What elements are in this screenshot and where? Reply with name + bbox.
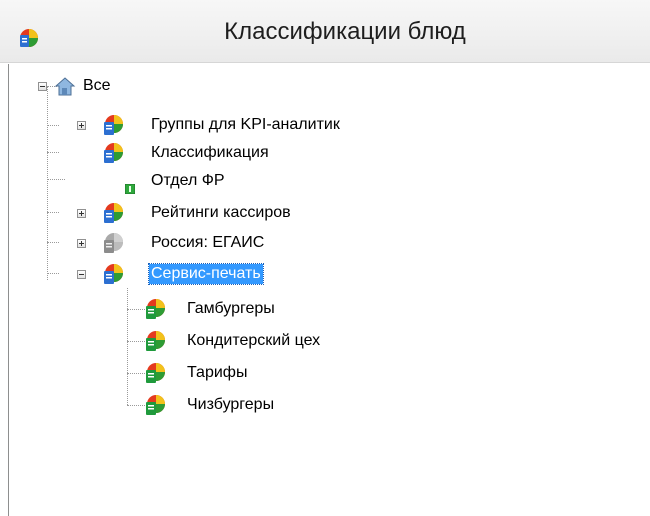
- classification-icon: [104, 143, 123, 163]
- classification-icon: [104, 115, 123, 135]
- tree-node-label: Россия: ЕГАИС: [151, 234, 265, 251]
- tree-node-label: Отдел ФР: [151, 172, 225, 189]
- tree-node-label: Гамбургеры: [187, 300, 275, 317]
- tree-node-kpi-groups[interactable]: Группы для KPI-аналитик: [9, 113, 429, 137]
- tree-node-classification[interactable]: Классификация: [9, 141, 369, 165]
- category-green-icon: [146, 331, 165, 351]
- tree-node-label: Тарифы: [187, 364, 248, 381]
- category-green-icon: [146, 395, 165, 415]
- category-green-icon: [146, 363, 165, 383]
- tree-node-label: Сервис-печать: [148, 263, 264, 285]
- classification-icon: [104, 203, 123, 223]
- category-green-icon: [146, 299, 165, 319]
- panel-title: Классификации блюд: [224, 18, 466, 45]
- tree-node-confectionery[interactable]: Кондитерский цех: [9, 329, 409, 353]
- tree-node-label: Все: [83, 77, 111, 94]
- tree-node-hamburgers[interactable]: Гамбургеры: [9, 297, 369, 321]
- classification-gray-icon: [104, 233, 123, 253]
- house-icon: [54, 77, 76, 96]
- classification-tree[interactable]: Все Группы для KPI-аналитик Классификаци…: [8, 64, 650, 516]
- expand-toggle[interactable]: [77, 121, 86, 130]
- classification-icon: [104, 264, 123, 284]
- panel-header: Классификации блюд: [0, 0, 650, 63]
- expand-toggle[interactable]: [77, 209, 86, 218]
- tree-node-service-print[interactable]: Сервис-печать: [9, 262, 369, 286]
- tree-node-russia-egais[interactable]: Россия: ЕГАИС: [9, 231, 369, 255]
- tree-node-department-fr[interactable]: Отдел ФР: [9, 169, 309, 194]
- tree-node-label: Кондитерский цех: [187, 332, 321, 349]
- tree-node-label: Чизбургеры: [187, 396, 275, 413]
- tree-node-tariffs[interactable]: Тарифы: [9, 361, 309, 385]
- tree-node-cashier-ratings[interactable]: Рейтинги кассиров: [9, 201, 389, 225]
- expand-toggle[interactable]: [77, 239, 86, 248]
- collapse-toggle[interactable]: [38, 82, 47, 91]
- tree-node-cheeseburgers[interactable]: Чизбургеры: [9, 393, 349, 417]
- tree-node-label: Классификация: [151, 144, 269, 161]
- small-green-square-icon: [125, 184, 135, 194]
- collapse-toggle[interactable]: [77, 270, 86, 279]
- tree-node-label: Рейтинги кассиров: [151, 204, 291, 221]
- tree-node-label: Группы для KPI-аналитик: [151, 116, 340, 133]
- tree-node-root[interactable]: Все: [9, 74, 209, 98]
